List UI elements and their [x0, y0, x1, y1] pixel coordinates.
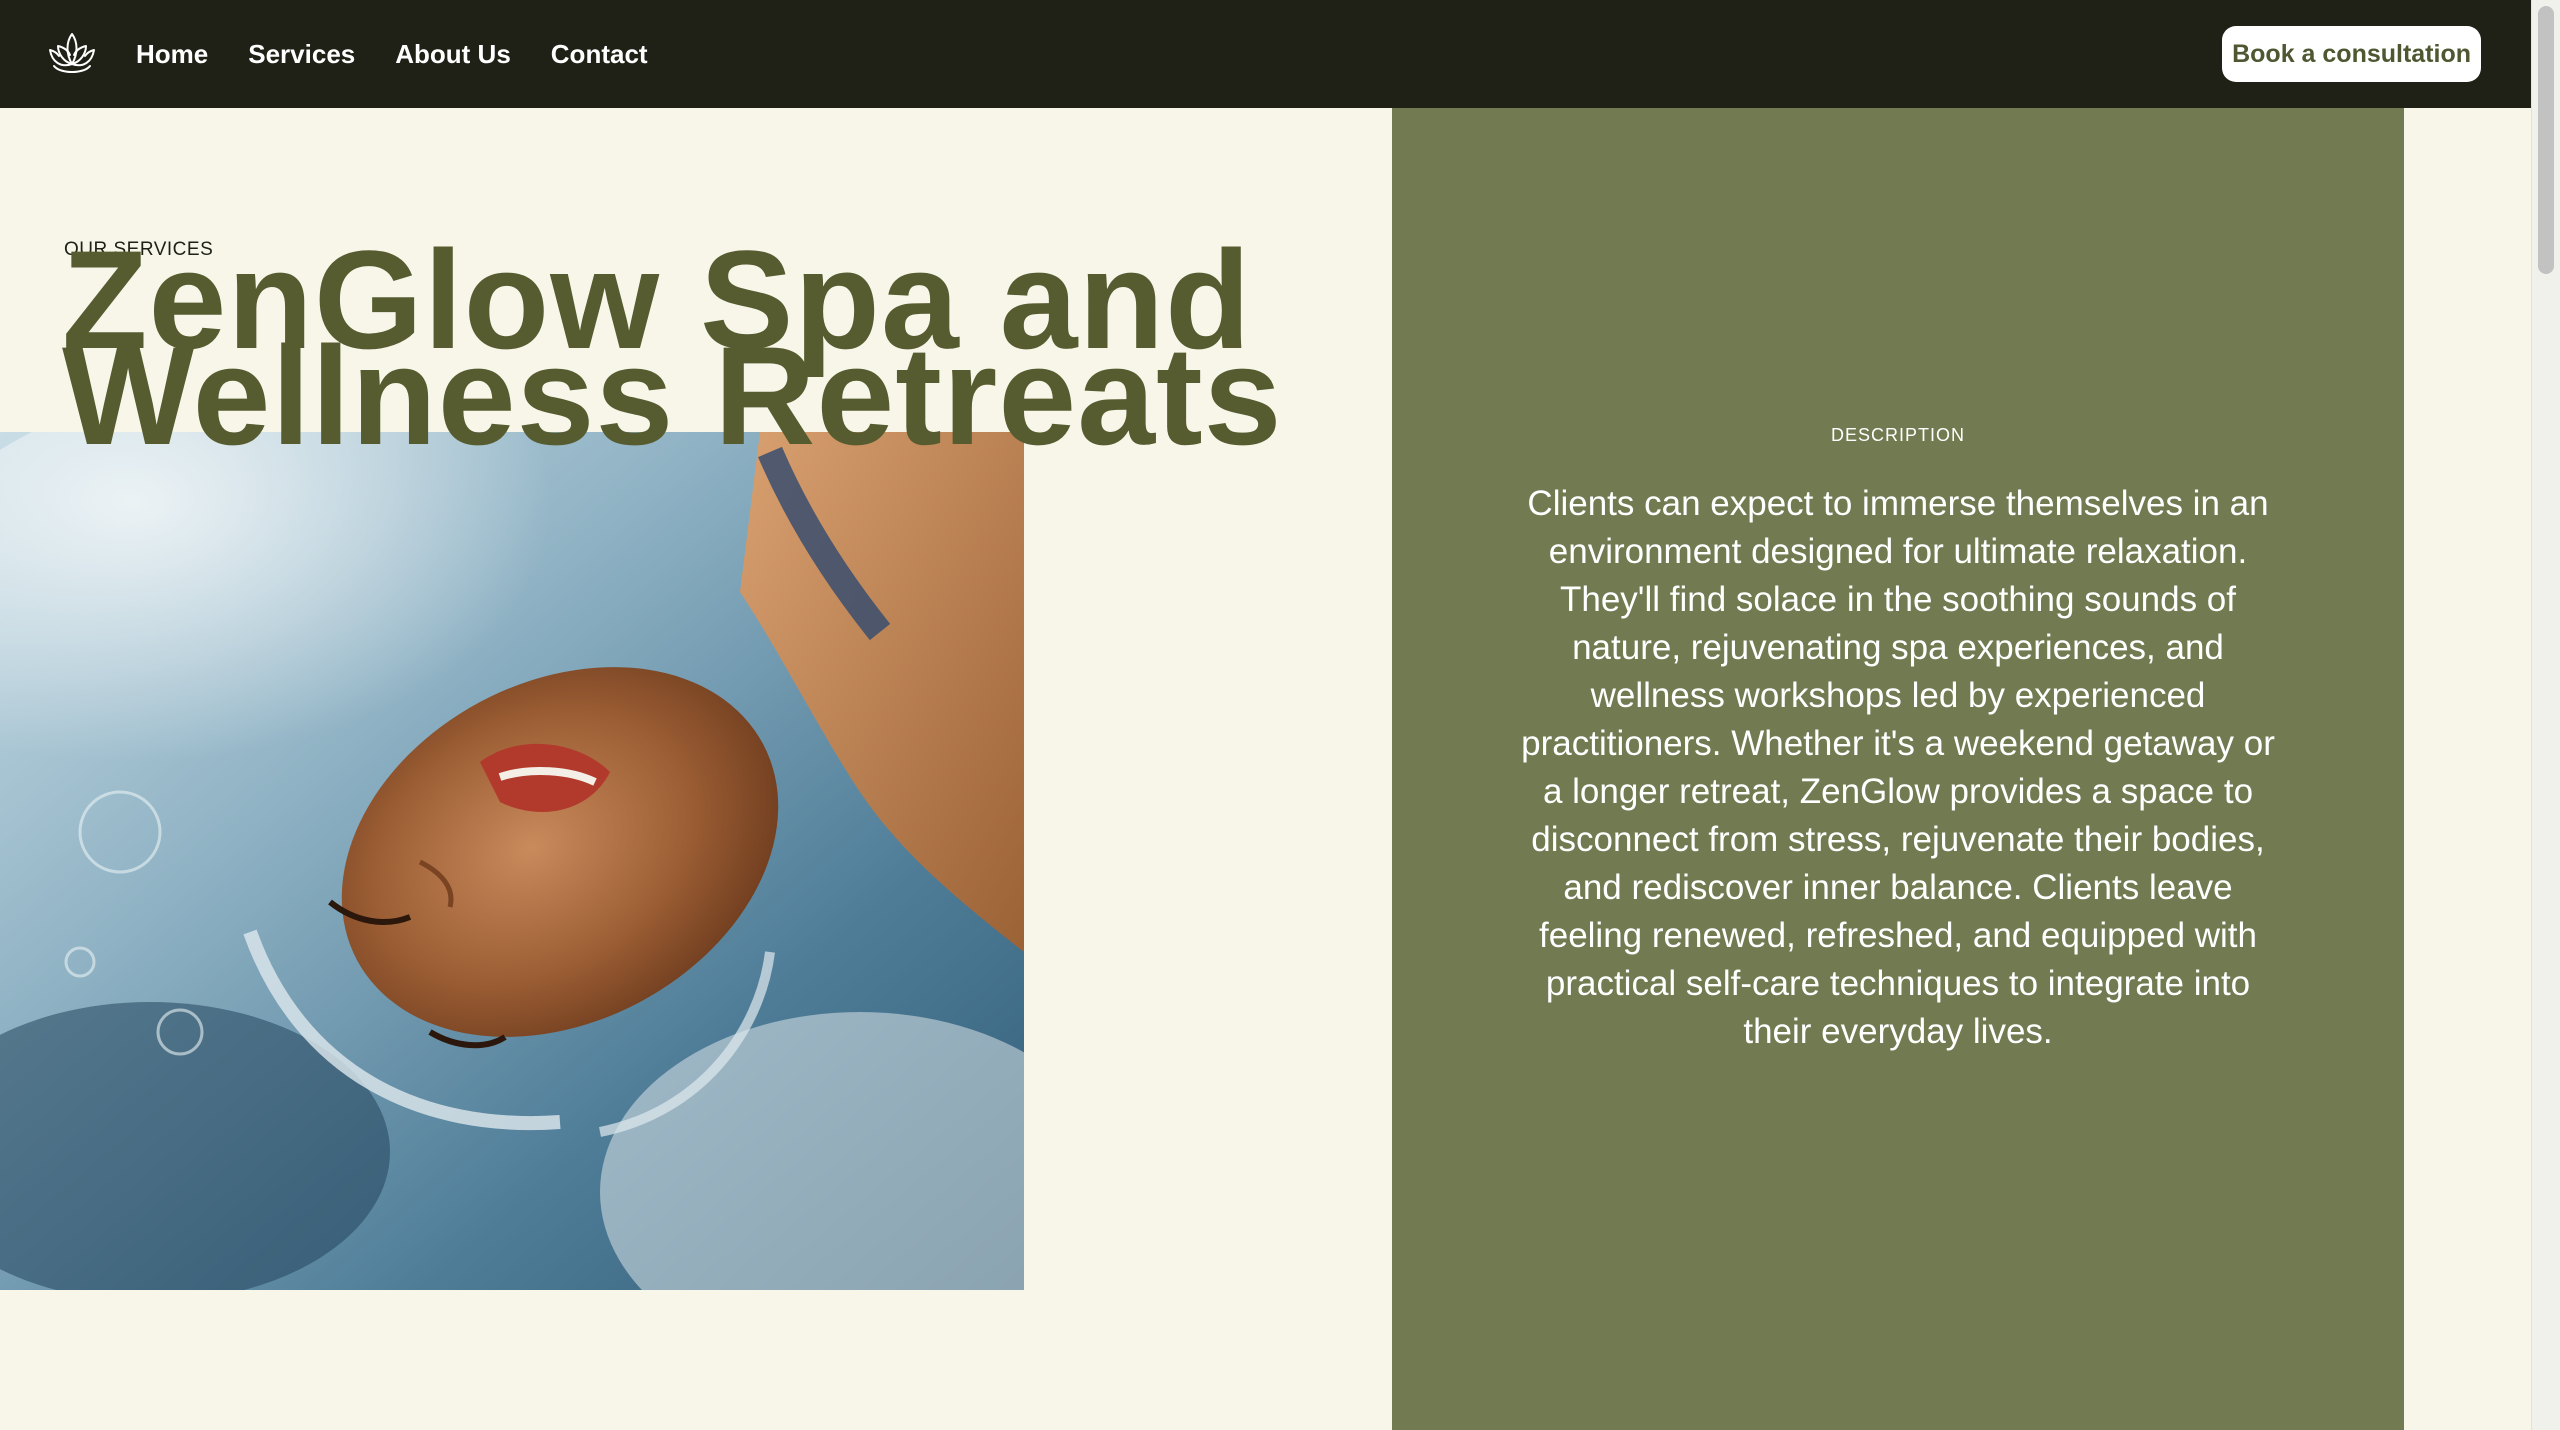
- page: Home Services About Us Contact Book a co…: [0, 0, 2560, 1430]
- hero-title: ZenGlow Spa and Wellness Retreats: [62, 230, 1283, 474]
- description-text: Clients can expect to immerse themselves…: [1521, 484, 2275, 1051]
- nav-home-link[interactable]: Home: [136, 41, 208, 67]
- top-navbar: Home Services About Us Contact Book a co…: [0, 0, 2531, 108]
- scrollbar-thumb[interactable]: [2538, 6, 2554, 274]
- main-nav: Home Services About Us Contact: [136, 0, 648, 108]
- lotus-icon[interactable]: [46, 28, 98, 80]
- description-label: DESCRIPTION: [1830, 425, 1965, 445]
- book-consultation-button[interactable]: Book a consultation: [2222, 26, 2481, 82]
- nav-contact-link[interactable]: Contact: [551, 41, 648, 67]
- hero-title-line-2: Wellness Retreats: [62, 317, 1283, 474]
- nav-about-us-link[interactable]: About Us: [395, 41, 511, 67]
- vertical-scrollbar[interactable]: [2531, 0, 2560, 1430]
- description-panel: DESCRIPTION Clients can expect to immers…: [1392, 108, 2404, 1430]
- woman-floating-in-water-image: [0, 432, 1024, 1290]
- nav-services-link[interactable]: Services: [248, 41, 355, 67]
